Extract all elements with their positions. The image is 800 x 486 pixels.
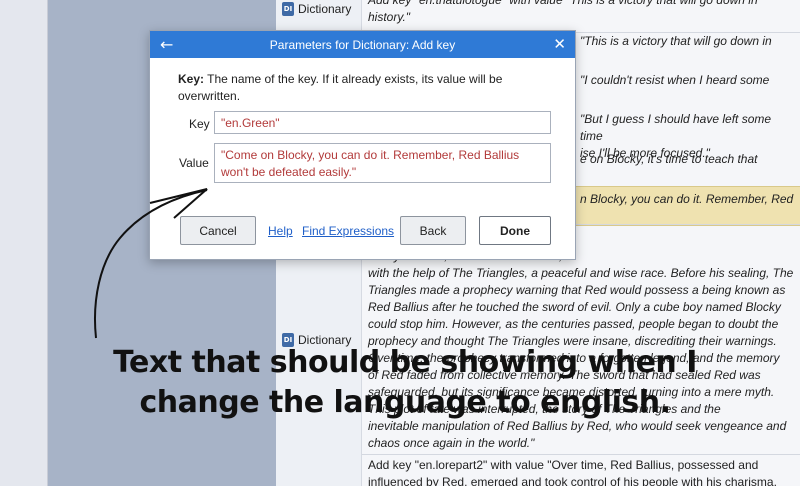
annotation-caption-line1: Text that should be showing when I <box>113 345 697 380</box>
annotation-caption-line2: change the language to english. <box>139 385 671 420</box>
